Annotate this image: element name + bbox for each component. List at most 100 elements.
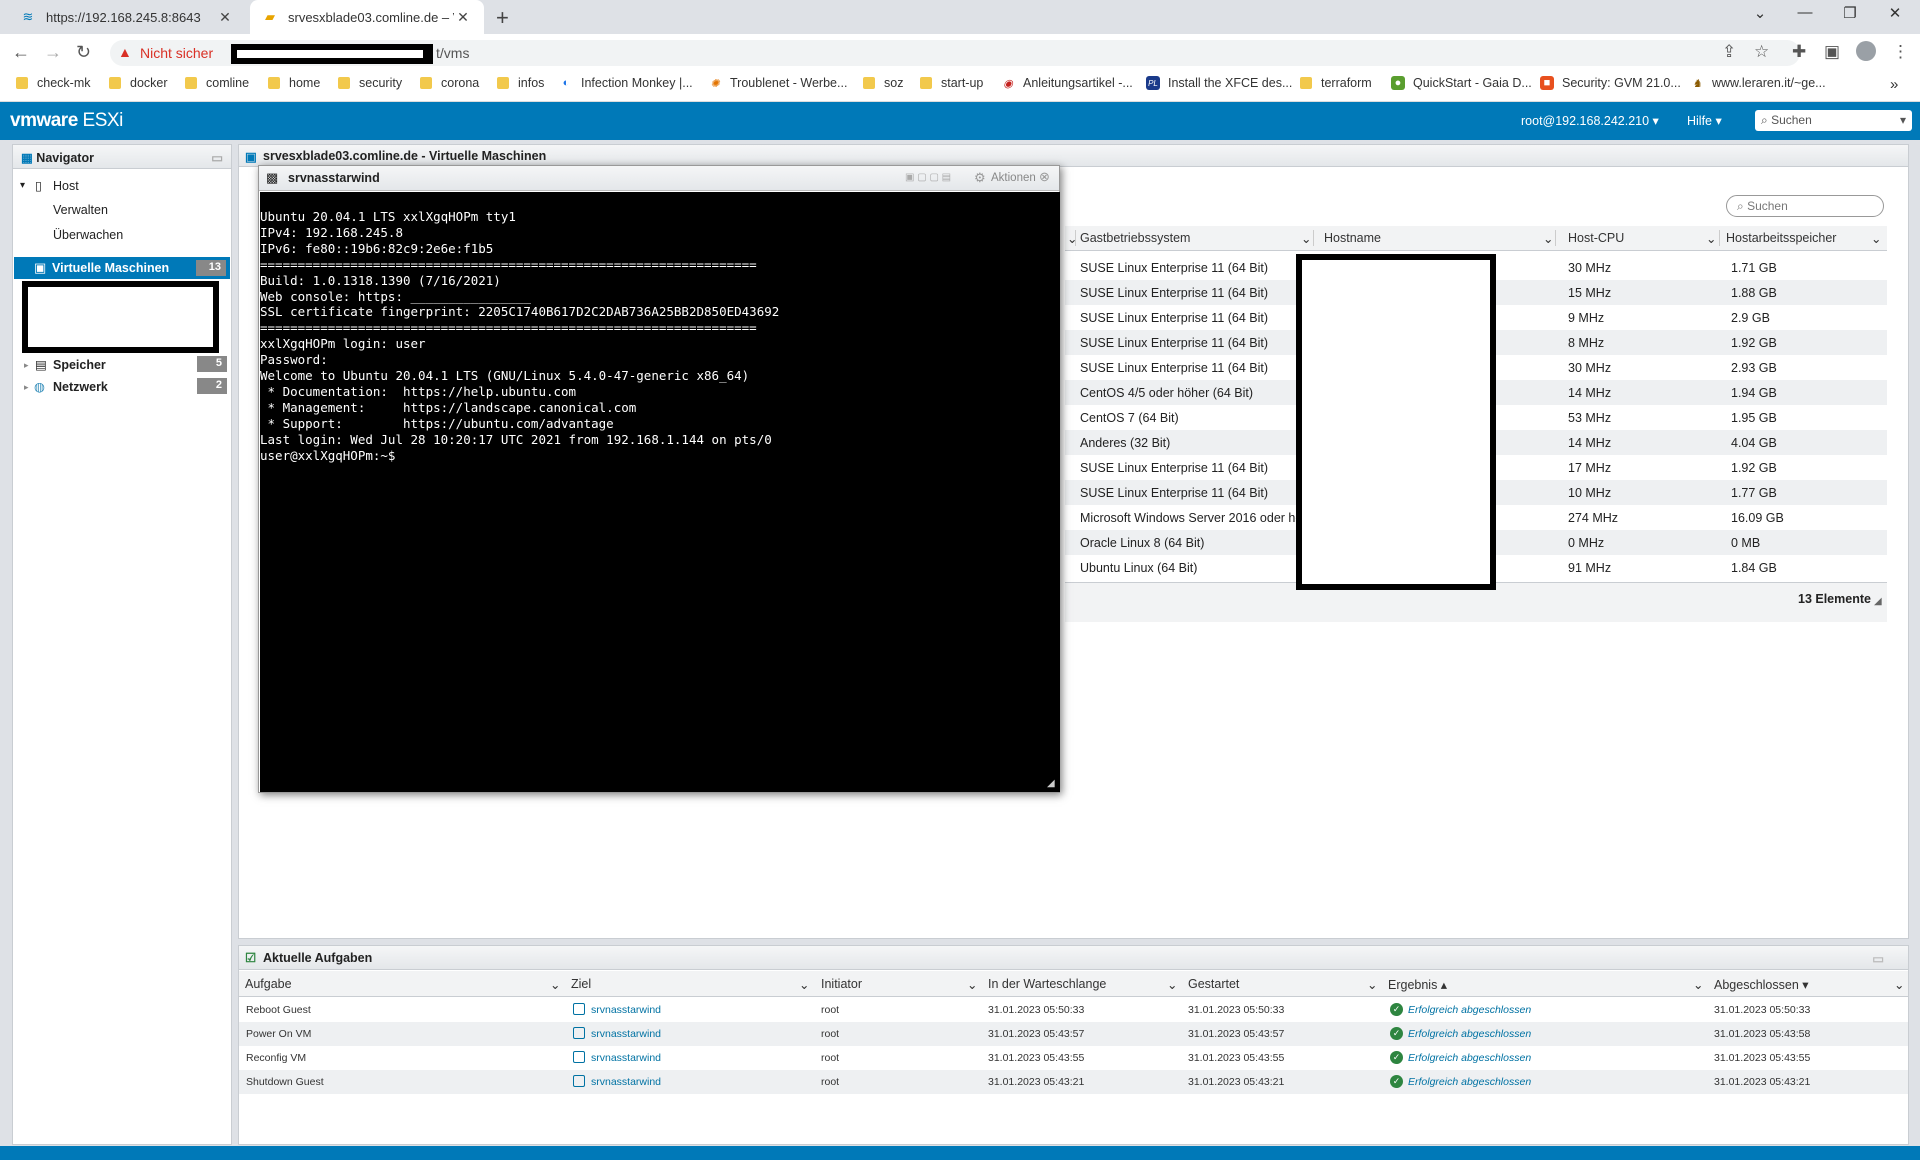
chevron-down-icon[interactable]: ⌄ [967, 977, 977, 992]
bookmark-item[interactable]: soz [863, 76, 903, 90]
back-icon[interactable]: ← [12, 42, 30, 63]
tasks-table-header: Aufgabe ⌄ Ziel ⌄ Initiator ⌄ In der Wart… [239, 971, 1908, 997]
folder-icon [863, 77, 875, 89]
table-row[interactable]: Reconfig VM srvnasstarwind root 31.01.20… [239, 1046, 1908, 1070]
col-completed[interactable]: Abgeschlossen ▾ [1714, 977, 1809, 992]
bookmark-item[interactable]: ♞ www.leraren.it/~ge... [1690, 76, 1826, 90]
collapse-icon[interactable]: ▭ [1872, 951, 1884, 966]
col-initiator[interactable]: Initiator [821, 977, 862, 991]
bookmark-item[interactable]: PL Install the XFCE des... [1146, 76, 1292, 90]
bookmark-item[interactable]: terraform [1300, 76, 1372, 90]
collapse-icon[interactable]: ▭ [211, 150, 223, 165]
bookmark-label: Troublenet - Werbe... [730, 76, 848, 90]
bookmark-star-icon[interactable]: ☆ [1754, 42, 1769, 62]
table-row[interactable]: Reboot Guest srvnasstarwind root 31.01.2… [239, 998, 1908, 1022]
console-toolbar-icons[interactable]: ▣ ▢ ▢ ▤ [905, 172, 951, 183]
browser-tab-1[interactable]: ≋ https://192.168.245.8:8643 ✕ [8, 0, 246, 34]
chevron-down-icon[interactable]: ⌄ [799, 977, 809, 992]
maximize-button[interactable]: ❐ [1830, 4, 1870, 22]
chevron-down-icon[interactable]: ⌄ [1167, 977, 1177, 992]
expand-network-icon[interactable]: ▸ [24, 382, 29, 393]
col-result[interactable]: Ergebnis ▴ [1388, 977, 1447, 992]
nav-virtual-machines[interactable]: ▣ Virtuelle Maschinen 13 [14, 257, 230, 279]
col-started[interactable]: Gestartet [1188, 977, 1239, 991]
col-queued[interactable]: In der Warteschlange [988, 977, 1106, 991]
chevron-down-icon[interactable]: ⌄ [1894, 977, 1904, 992]
task-target-link[interactable]: srvnasstarwind [591, 1076, 661, 1088]
chevron-down-icon[interactable]: ⌄ [1367, 977, 1377, 992]
guest-os: SUSE Linux Enterprise 11 (64 Bit) [1080, 361, 1269, 375]
actions-menu[interactable]: Aktionen [991, 172, 1036, 184]
col-guest-os[interactable]: Gastbetriebssystem [1080, 231, 1190, 245]
vm-search-input[interactable]: ⌕ Suchen [1726, 195, 1884, 217]
col-host-cpu[interactable]: Host-CPU [1568, 231, 1624, 245]
user-menu[interactable]: root@192.168.242.210 ▾ [1521, 113, 1659, 128]
security-label[interactable]: Nicht sicher [140, 45, 213, 61]
close-window-button[interactable]: ✕ [1875, 4, 1915, 22]
forward-icon[interactable]: → [44, 42, 62, 63]
bookmark-item[interactable]: security [338, 76, 402, 90]
nav-storage[interactable]: Speicher [53, 358, 106, 372]
browser-tab-2[interactable]: ▰ srvesxblade03.comline.de – VMw ✕ [250, 0, 484, 34]
resize-icon[interactable]: ◢ [1874, 596, 1882, 607]
chevron-down-icon[interactable]: ⌄ [550, 977, 560, 992]
task-target-link[interactable]: srvnasstarwind [591, 1004, 661, 1016]
nav-network[interactable]: Netzwerk [53, 380, 108, 394]
chevron-down-icon[interactable]: ⌄ [1871, 231, 1881, 246]
bookmark-item[interactable]: ◉ Anleitungsartikel -... [1001, 76, 1133, 90]
bookmark-item[interactable]: infos [497, 76, 544, 90]
header-search-input[interactable]: ⌕ Suchen ▾ [1755, 110, 1912, 131]
bookmark-item[interactable]: comline [185, 76, 249, 90]
folder-icon [420, 77, 432, 89]
expand-host-icon[interactable]: ▾ [20, 180, 25, 191]
bookmark-item[interactable]: check-mk [16, 76, 90, 90]
new-tab-button[interactable]: + [496, 5, 509, 31]
nav-host[interactable]: Host [53, 179, 79, 193]
chevron-down-icon[interactable]: ⌄ [1693, 977, 1703, 992]
search-icon: ⌕ [1737, 199, 1748, 213]
chevron-down-icon[interactable]: ⌄ [1543, 231, 1553, 246]
bookmark-item[interactable]: ✺ Troublenet - Werbe... [708, 76, 847, 90]
help-menu[interactable]: Hilfe ▾ [1687, 113, 1722, 128]
profile-avatar[interactable] [1856, 41, 1876, 61]
minimize-button[interactable]: — [1785, 4, 1825, 21]
expand-storage-icon[interactable]: ▸ [24, 360, 29, 371]
more-bookmarks-icon[interactable]: » [1890, 76, 1898, 93]
gear-icon[interactable]: ⚙ [974, 170, 986, 186]
bookmark-item[interactable]: ● QuickStart - Gaia D... [1391, 76, 1532, 90]
task-target-link[interactable]: srvnasstarwind [591, 1052, 661, 1064]
close-icon[interactable]: ✕ [454, 9, 472, 26]
bookmark-item[interactable]: docker [109, 76, 168, 90]
nav-manage[interactable]: Verwalten [53, 203, 108, 217]
share-icon[interactable]: ⇪ [1722, 42, 1736, 62]
col-host-memory[interactable]: Hostarbeitsspeicher [1726, 231, 1836, 245]
bookmark-item[interactable]: home [268, 76, 320, 90]
bookmark-item[interactable]: start-up [920, 76, 983, 90]
table-row[interactable]: Shutdown Guest srvnasstarwind root 31.01… [239, 1070, 1908, 1094]
reload-icon[interactable]: ↻ [76, 42, 91, 63]
menu-icon[interactable]: ⋮ [1892, 42, 1909, 62]
bookmark-label: QuickStart - Gaia D... [1413, 76, 1532, 90]
task-initiator: root [821, 1076, 840, 1088]
console-resize-icon[interactable]: ◢ [1047, 778, 1055, 789]
tab-search-icon[interactable]: ⌄ [1740, 4, 1780, 22]
task-target-link[interactable]: srvnasstarwind [591, 1028, 661, 1040]
console-screen[interactable]: Ubuntu 20.04.1 LTS xxlXgqHOPm tty1 IPv4: … [260, 192, 1060, 792]
col-hostname[interactable]: Hostname [1324, 231, 1381, 245]
col-target[interactable]: Ziel [571, 977, 591, 991]
sidepanel-icon[interactable]: ▣ [1824, 42, 1840, 62]
chevron-down-icon[interactable]: ⌄ [1301, 231, 1311, 246]
close-icon[interactable]: ⊗ [1039, 169, 1050, 185]
close-icon[interactable]: ✕ [216, 9, 234, 26]
console-titlebar[interactable]: ▩ srvnasstarwind ▣ ▢ ▢ ▤ ⚙ Aktionen ⊗ [259, 166, 1059, 191]
extensions-icon[interactable]: ✚ [1792, 42, 1806, 62]
bookmark-item[interactable]: corona [420, 76, 479, 90]
bookmark-item[interactable]: ◐ Infection Monkey |... [559, 76, 693, 90]
infection-monkey-icon: ◐ [562, 77, 570, 89]
chevron-down-icon[interactable]: ⌄ [1706, 231, 1716, 246]
url-text[interactable]: t/vms [436, 45, 469, 61]
col-task[interactable]: Aufgabe [245, 977, 292, 991]
bookmark-item[interactable]: ■ Security: GVM 21.0... [1540, 76, 1681, 90]
nav-monitor[interactable]: Überwachen [53, 228, 123, 242]
table-row[interactable]: Power On VM srvnasstarwind root 31.01.20… [239, 1022, 1908, 1046]
